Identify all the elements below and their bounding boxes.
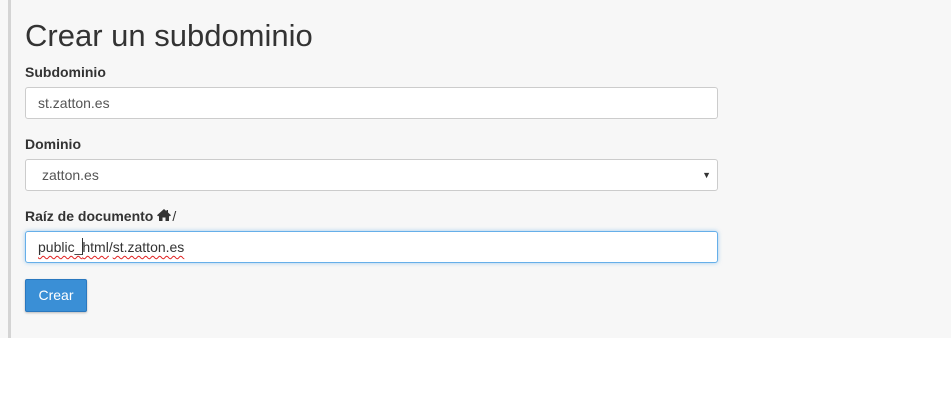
document-root-label-text: Raíz de documento (25, 208, 154, 224)
home-icon (156, 208, 172, 222)
page-title: Crear un subdominio (25, 18, 313, 53)
document-root-value-part1: public_ (38, 239, 83, 255)
form-panel: Crear un subdominio Subdominio st.zatton… (0, 0, 951, 338)
panel-left-border (8, 0, 11, 338)
document-root-suffix: / (172, 208, 177, 224)
domain-selected-value: zatton.es (42, 167, 99, 183)
domain-label: Dominio (25, 136, 81, 152)
caret-down-icon: ▼ (702, 170, 711, 180)
document-root-value-part4: st.zatton.es (112, 239, 185, 255)
subdomain-input-value: st.zatton.es (38, 95, 110, 111)
document-root-value-part2: html (82, 239, 109, 255)
create-button[interactable]: Crear (25, 279, 87, 312)
subdomain-input[interactable]: st.zatton.es (25, 87, 718, 119)
domain-select[interactable]: zatton.es ▼ (25, 159, 718, 191)
subdomain-label: Subdominio (25, 64, 106, 80)
document-root-input[interactable]: public_html/st.zatton.es (25, 231, 718, 263)
document-root-label: Raíz de documento / (25, 207, 176, 225)
